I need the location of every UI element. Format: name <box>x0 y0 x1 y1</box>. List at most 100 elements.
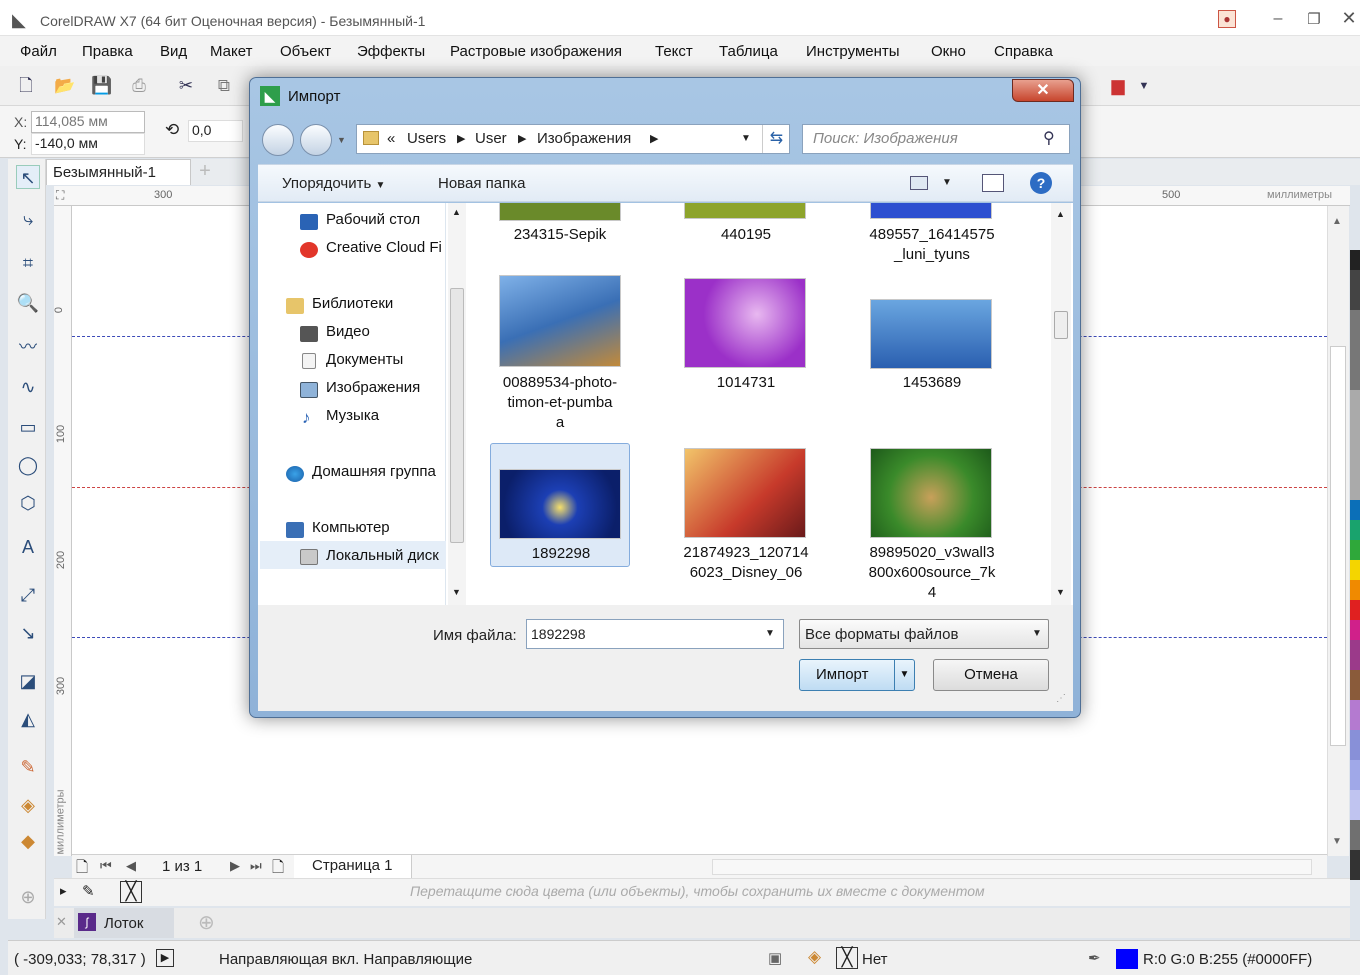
save-icon[interactable]: 💾 <box>91 76 112 96</box>
nav-video[interactable]: Видео <box>298 323 448 340</box>
palette-swatch[interactable] <box>1350 390 1360 500</box>
transparency-tool-icon[interactable]: ◭ <box>16 707 40 731</box>
palette-swatch[interactable] <box>1350 790 1360 820</box>
file-item[interactable]: 234315-Sepik <box>480 203 640 263</box>
file-list-scrollbar[interactable]: ▲ ▼ <box>1051 203 1071 605</box>
menu-bitmaps[interactable]: Растровые изображения <box>450 43 622 60</box>
path-user[interactable]: User <box>475 130 507 147</box>
nav-scroll-thumb[interactable] <box>450 288 464 543</box>
menu-effects[interactable]: Эффекты <box>357 43 425 60</box>
pick-tool-icon[interactable]: ↖ <box>16 165 40 189</box>
dimension-tool-icon[interactable]: ⤢ <box>16 583 40 607</box>
address-dropdown-icon[interactable]: ▼ <box>741 133 751 144</box>
path-overflow[interactable]: « <box>387 130 395 147</box>
palette-swatch[interactable] <box>1350 670 1360 700</box>
next-page-icon[interactable]: ▶ <box>230 858 240 874</box>
file-item[interactable]: 440195 <box>666 203 826 263</box>
palette-swatch[interactable] <box>1350 520 1360 540</box>
palette-swatch[interactable] <box>1350 600 1360 620</box>
menu-edit[interactable]: Правка <box>82 43 133 60</box>
y-position-field[interactable]: -140,0 мм <box>31 133 145 155</box>
no-color-swatch[interactable]: ╳ <box>120 881 142 903</box>
minimize-button[interactable]: – <box>1270 10 1286 27</box>
nav-music[interactable]: Музыка <box>298 407 448 424</box>
file-type-select[interactable]: Все форматы файлов ▼ <box>799 619 1049 649</box>
refresh-icon[interactable]: ⇆ <box>762 125 790 153</box>
text-tool-icon[interactable]: A <box>16 535 40 559</box>
scroll-up-icon[interactable]: ▲ <box>1332 216 1342 227</box>
restore-button[interactable]: ❐ <box>1305 10 1323 28</box>
smart-fill-icon[interactable]: ◆ <box>16 829 40 853</box>
ellipse-tool-icon[interactable]: ◯ <box>16 453 40 477</box>
palette-swatch[interactable] <box>1350 560 1360 580</box>
nav-scrollbar[interactable]: ▲ ▼ <box>448 203 466 605</box>
horizontal-scrollbar[interactable] <box>712 859 1312 875</box>
menu-layout[interactable]: Макет <box>210 43 252 60</box>
help-icon[interactable]: ? <box>1030 172 1052 194</box>
palette-swatch[interactable] <box>1350 700 1360 730</box>
scroll-down-icon[interactable]: ▼ <box>452 587 461 597</box>
add-tool-icon[interactable]: ⊕ <box>16 885 40 909</box>
nav-creative-cloud[interactable]: Creative Cloud Fi <box>298 239 448 256</box>
menu-object[interactable]: Объект <box>280 43 331 60</box>
file-item[interactable]: 1014731 <box>666 273 826 403</box>
scroll-up-icon[interactable]: ▲ <box>1056 209 1065 219</box>
file-item[interactable]: 21874923_120714 6023_Disney_06 <box>666 443 826 603</box>
cut-icon[interactable]: ✂ <box>176 76 196 96</box>
menu-help[interactable]: Справка <box>994 43 1053 60</box>
vertical-scrollbar[interactable]: ▲ ▼ <box>1327 206 1349 856</box>
palette-swatch[interactable] <box>1350 760 1360 790</box>
address-bar[interactable]: « Users ▶ User ▶ Изображения ▶ ▼ ⇆ <box>356 124 790 154</box>
palette-swatch[interactable] <box>1350 310 1360 390</box>
palette-menu-icon[interactable]: ▸ <box>60 883 67 899</box>
palette-swatch[interactable] <box>1350 500 1360 520</box>
nav-local-disk[interactable]: Локальный диск <box>260 541 446 569</box>
palette-swatch[interactable] <box>1350 250 1360 270</box>
rotation-field[interactable]: 0,0 <box>188 120 243 142</box>
view-dropdown-icon[interactable]: ▼ <box>942 177 952 188</box>
scroll-thumb[interactable] <box>1330 346 1346 746</box>
nav-libraries[interactable]: Библиотеки <box>284 295 449 312</box>
file-item[interactable]: 1453689 <box>852 273 1012 403</box>
file-item[interactable]: 89895020_v3wall3 800x600source_7k 4 <box>852 443 1012 603</box>
file-scroll-thumb[interactable] <box>1054 311 1068 339</box>
eyedropper-tool-icon[interactable]: ✎ <box>16 755 40 779</box>
cancel-button[interactable]: Отмена <box>933 659 1049 691</box>
search-icon[interactable]: ⚲ <box>1043 128 1055 148</box>
copy-icon[interactable]: ⧉ <box>214 76 234 96</box>
organize-button[interactable]: Упорядочить ▼ <box>282 175 385 192</box>
menu-table[interactable]: Таблица <box>719 43 778 60</box>
eyedropper-icon[interactable]: ✎ <box>82 882 95 900</box>
forward-button[interactable] <box>300 124 332 156</box>
print-icon[interactable]: ⎙ <box>129 76 149 96</box>
path-users[interactable]: Users <box>407 130 446 147</box>
play-icon[interactable]: ▶ <box>156 949 174 967</box>
scroll-down-icon[interactable]: ▼ <box>1332 836 1342 847</box>
shape-tool-icon[interactable]: ⤷ <box>16 207 40 231</box>
first-page-icon[interactable]: ⏮ <box>100 858 112 874</box>
preview-pane-icon[interactable] <box>982 174 1004 192</box>
rectangle-tool-icon[interactable]: ▭ <box>16 415 40 439</box>
user-icon[interactable]: ● <box>1218 10 1236 28</box>
document-tab[interactable]: Безымянный-1 <box>46 159 191 185</box>
interactive-fill-icon[interactable]: ◈ <box>16 793 40 817</box>
add-tray-icon[interactable]: ⊕ <box>198 910 215 935</box>
palette-swatch[interactable] <box>1350 850 1360 880</box>
toolbar-dropdown-icon[interactable]: ▼ <box>1134 76 1154 96</box>
resize-grip-icon[interactable]: ⋰ <box>1056 693 1066 704</box>
zoom-tool-icon[interactable]: 🔍 <box>16 291 40 315</box>
connector-tool-icon[interactable]: ↘ <box>16 621 40 645</box>
search-input[interactable]: Поиск: Изображения ⚲ <box>802 124 1070 154</box>
open-icon[interactable]: 📂 <box>54 76 75 96</box>
menu-view[interactable]: Вид <box>160 43 187 60</box>
palette-swatch[interactable] <box>1350 270 1360 310</box>
last-page-icon[interactable]: ⏭ <box>250 858 262 874</box>
nav-computer[interactable]: Компьютер <box>284 519 449 536</box>
new-folder-button[interactable]: Новая папка <box>438 175 525 192</box>
palette-swatch[interactable] <box>1350 580 1360 600</box>
filename-input[interactable]: 1892298 ▼ <box>526 619 784 649</box>
nav-desktop[interactable]: Рабочий стол <box>298 211 448 228</box>
history-dropdown-icon[interactable]: ▼ <box>337 135 346 145</box>
palette-swatch[interactable] <box>1350 820 1360 850</box>
nav-homegroup[interactable]: Домашняя группа <box>284 463 449 480</box>
